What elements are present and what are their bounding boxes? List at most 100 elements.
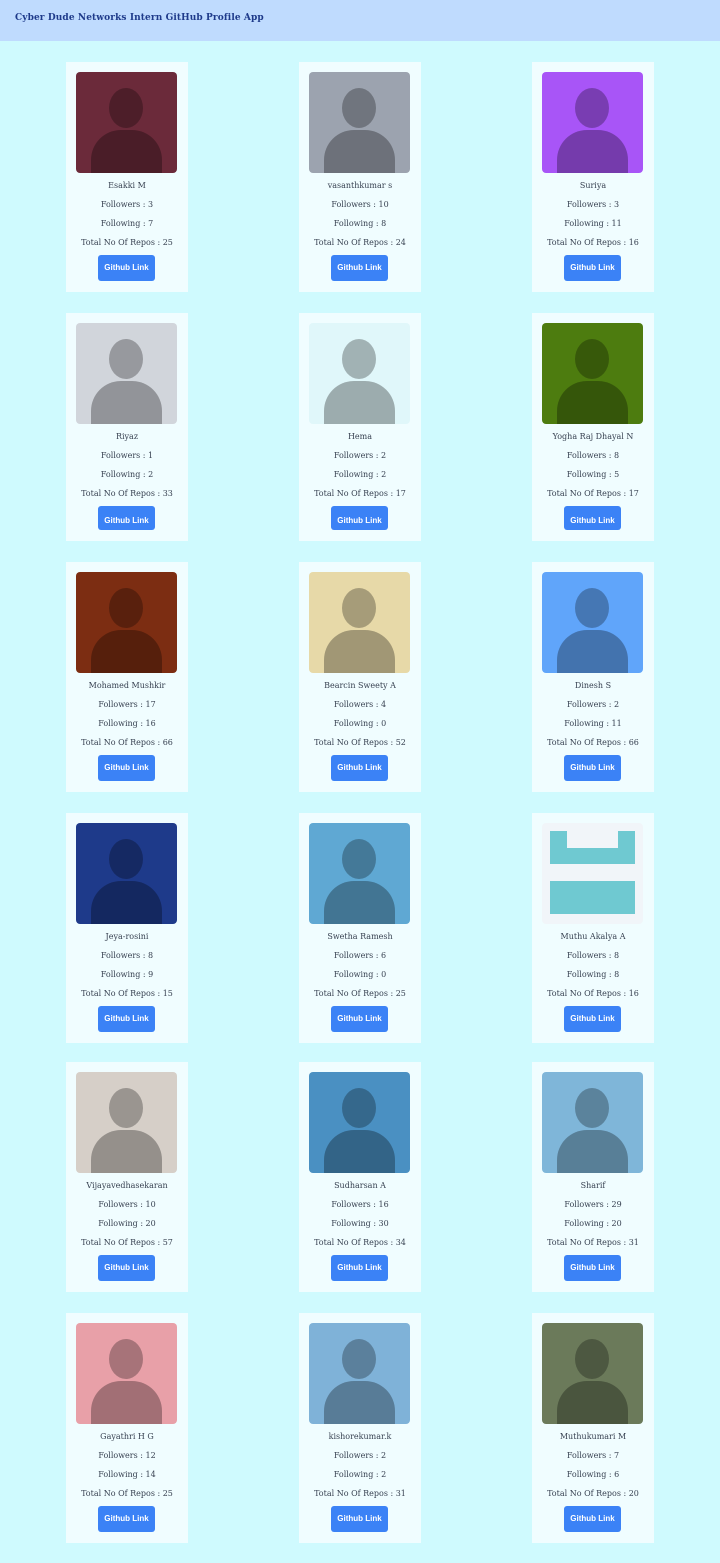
repos-count: Total No Of Repos : 16 bbox=[547, 989, 639, 998]
following-count: Following : 30 bbox=[331, 1219, 389, 1228]
followers-count: Followers : 4 bbox=[333, 700, 387, 709]
repos-count: Total No Of Repos : 33 bbox=[81, 489, 173, 498]
github-link-label: Github Link bbox=[337, 516, 382, 525]
profile-card: Mohamed Mushkir Followers : 17 Following :… bbox=[66, 562, 188, 792]
github-link-button[interactable]: Github Link bbox=[331, 1255, 388, 1281]
github-link-label: Github Link bbox=[337, 1263, 382, 1272]
following-count: Following : 16 bbox=[98, 719, 156, 728]
following-count: Following : 8 bbox=[566, 970, 620, 979]
profile-name: Mohamed Mushkir bbox=[88, 681, 166, 690]
followers-count: Followers : 7 bbox=[566, 1451, 620, 1460]
repos-count: Total No Of Repos : 31 bbox=[547, 1238, 639, 1247]
github-link-button[interactable]: Github Link bbox=[331, 255, 388, 281]
avatar bbox=[309, 1072, 410, 1173]
github-link-label: Github Link bbox=[104, 263, 149, 272]
avatar bbox=[542, 1072, 643, 1173]
github-link-label: Github Link bbox=[337, 1014, 382, 1023]
github-link-button[interactable]: Github Link bbox=[564, 1255, 621, 1281]
avatar bbox=[309, 323, 410, 424]
github-link-label: Github Link bbox=[337, 263, 382, 272]
profile-name: Muthu Akalya A bbox=[560, 932, 626, 941]
repos-count: Total No Of Repos : 25 bbox=[81, 1489, 173, 1498]
profile-name: Muthukumari M bbox=[559, 1432, 627, 1441]
github-link-button[interactable]: Github Link bbox=[98, 755, 155, 781]
repos-count: Total No Of Repos : 31 bbox=[314, 1489, 406, 1498]
profile-name: Jeya-rosini bbox=[105, 932, 149, 941]
profile-card: Bearcin Sweety A Followers : 4 Following :… bbox=[299, 562, 421, 792]
github-link-button[interactable]: Github Link bbox=[98, 1255, 155, 1281]
avatar bbox=[76, 1072, 177, 1173]
followers-count: Followers : 10 bbox=[331, 200, 389, 209]
profile-card: Sudharsan A Followers : 16 Following : 30 T… bbox=[299, 1062, 421, 1292]
followers-count: Followers : 17 bbox=[98, 700, 156, 709]
profile-card: Esakki M Followers : 3 Following : 7 Total … bbox=[66, 62, 188, 292]
avatar bbox=[542, 72, 643, 173]
followers-count: Followers : 3 bbox=[100, 200, 154, 209]
github-link-button[interactable]: Github Link bbox=[331, 1006, 388, 1032]
profile-card: Sharif Followers : 29 Following : 20 Total … bbox=[532, 1062, 654, 1292]
repos-count: Total No Of Repos : 25 bbox=[81, 238, 173, 247]
profile-name: Vijayavedhasekaran bbox=[86, 1181, 168, 1190]
following-count: Following : 8 bbox=[333, 219, 387, 228]
repos-count: Total No Of Repos : 16 bbox=[547, 238, 639, 247]
github-link-button[interactable]: Github Link bbox=[331, 755, 388, 781]
following-count: Following : 2 bbox=[333, 470, 387, 479]
avatar bbox=[309, 823, 410, 924]
following-count: Following : 14 bbox=[98, 1470, 156, 1479]
followers-count: Followers : 6 bbox=[333, 951, 387, 960]
profile-card: Vijayavedhasekaran Followers : 10 Followin… bbox=[66, 1062, 188, 1292]
following-count: Following : 2 bbox=[333, 1470, 387, 1479]
github-link-button[interactable]: Github Link bbox=[98, 255, 155, 281]
github-link-button[interactable]: Github Link bbox=[564, 1506, 621, 1532]
profile-card: Jeya-rosini Followers : 8 Following : 9 Tot… bbox=[66, 813, 188, 1043]
following-count: Following : 0 bbox=[333, 719, 387, 728]
github-link-button[interactable]: Github Link bbox=[564, 255, 621, 281]
avatar bbox=[309, 1323, 410, 1424]
repos-count: Total No Of Repos : 34 bbox=[314, 1238, 406, 1247]
github-link-label: Github Link bbox=[570, 1514, 615, 1523]
repos-count: Total No Of Repos : 66 bbox=[547, 738, 639, 747]
app-title: Cyber Dude Networks Intern GitHub Profil… bbox=[15, 13, 264, 23]
profile-card: Riyaz Followers : 1 Following : 2 Total No … bbox=[66, 313, 188, 541]
followers-count: Followers : 2 bbox=[566, 700, 620, 709]
github-link-label: Github Link bbox=[104, 516, 149, 525]
profile-name: Bearcin Sweety A bbox=[324, 681, 396, 690]
avatar bbox=[542, 1323, 643, 1424]
following-count: Following : 5 bbox=[566, 470, 620, 479]
repos-count: Total No Of Repos : 25 bbox=[314, 989, 406, 998]
github-link-label: Github Link bbox=[337, 1514, 382, 1523]
avatar bbox=[542, 572, 643, 673]
profile-card: Swetha Ramesh Followers : 6 Following : 0 T… bbox=[299, 813, 421, 1043]
github-link-button[interactable]: Github Link bbox=[98, 1006, 155, 1032]
github-link-button[interactable]: Github Link bbox=[564, 1006, 621, 1032]
profile-card: Suriya Followers : 3 Following : 11 Total N… bbox=[532, 62, 654, 292]
github-link-label: Github Link bbox=[570, 1263, 615, 1272]
repos-count: Total No Of Repos : 66 bbox=[81, 738, 173, 747]
followers-count: Followers : 2 bbox=[333, 1451, 387, 1460]
github-link-button[interactable]: Github Link bbox=[331, 506, 388, 530]
profile-name: Riyaz bbox=[115, 432, 139, 441]
profile-card: vasanthkumar s Followers : 10 Following : … bbox=[299, 62, 421, 292]
followers-count: Followers : 8 bbox=[566, 951, 620, 960]
following-count: Following : 7 bbox=[100, 219, 154, 228]
repos-count: Total No Of Repos : 24 bbox=[314, 238, 406, 247]
repos-count: Total No Of Repos : 17 bbox=[314, 489, 406, 498]
avatar bbox=[542, 823, 643, 924]
followers-count: Followers : 12 bbox=[98, 1451, 156, 1460]
following-count: Following : 9 bbox=[100, 970, 154, 979]
avatar bbox=[76, 323, 177, 424]
avatar bbox=[309, 72, 410, 173]
repos-count: Total No Of Repos : 52 bbox=[314, 738, 406, 747]
github-link-button[interactable]: Github Link bbox=[98, 1506, 155, 1532]
followers-count: Followers : 8 bbox=[100, 951, 154, 960]
github-link-button[interactable]: Github Link bbox=[331, 1506, 388, 1532]
following-count: Following : 11 bbox=[564, 219, 622, 228]
github-link-button[interactable]: Github Link bbox=[98, 506, 155, 530]
profile-name: vasanthkumar s bbox=[327, 181, 393, 190]
avatar bbox=[542, 323, 643, 424]
github-link-button[interactable]: Github Link bbox=[564, 755, 621, 781]
avatar bbox=[76, 1323, 177, 1424]
following-count: Following : 20 bbox=[564, 1219, 622, 1228]
avatar bbox=[76, 572, 177, 673]
github-link-button[interactable]: Github Link bbox=[564, 506, 621, 530]
